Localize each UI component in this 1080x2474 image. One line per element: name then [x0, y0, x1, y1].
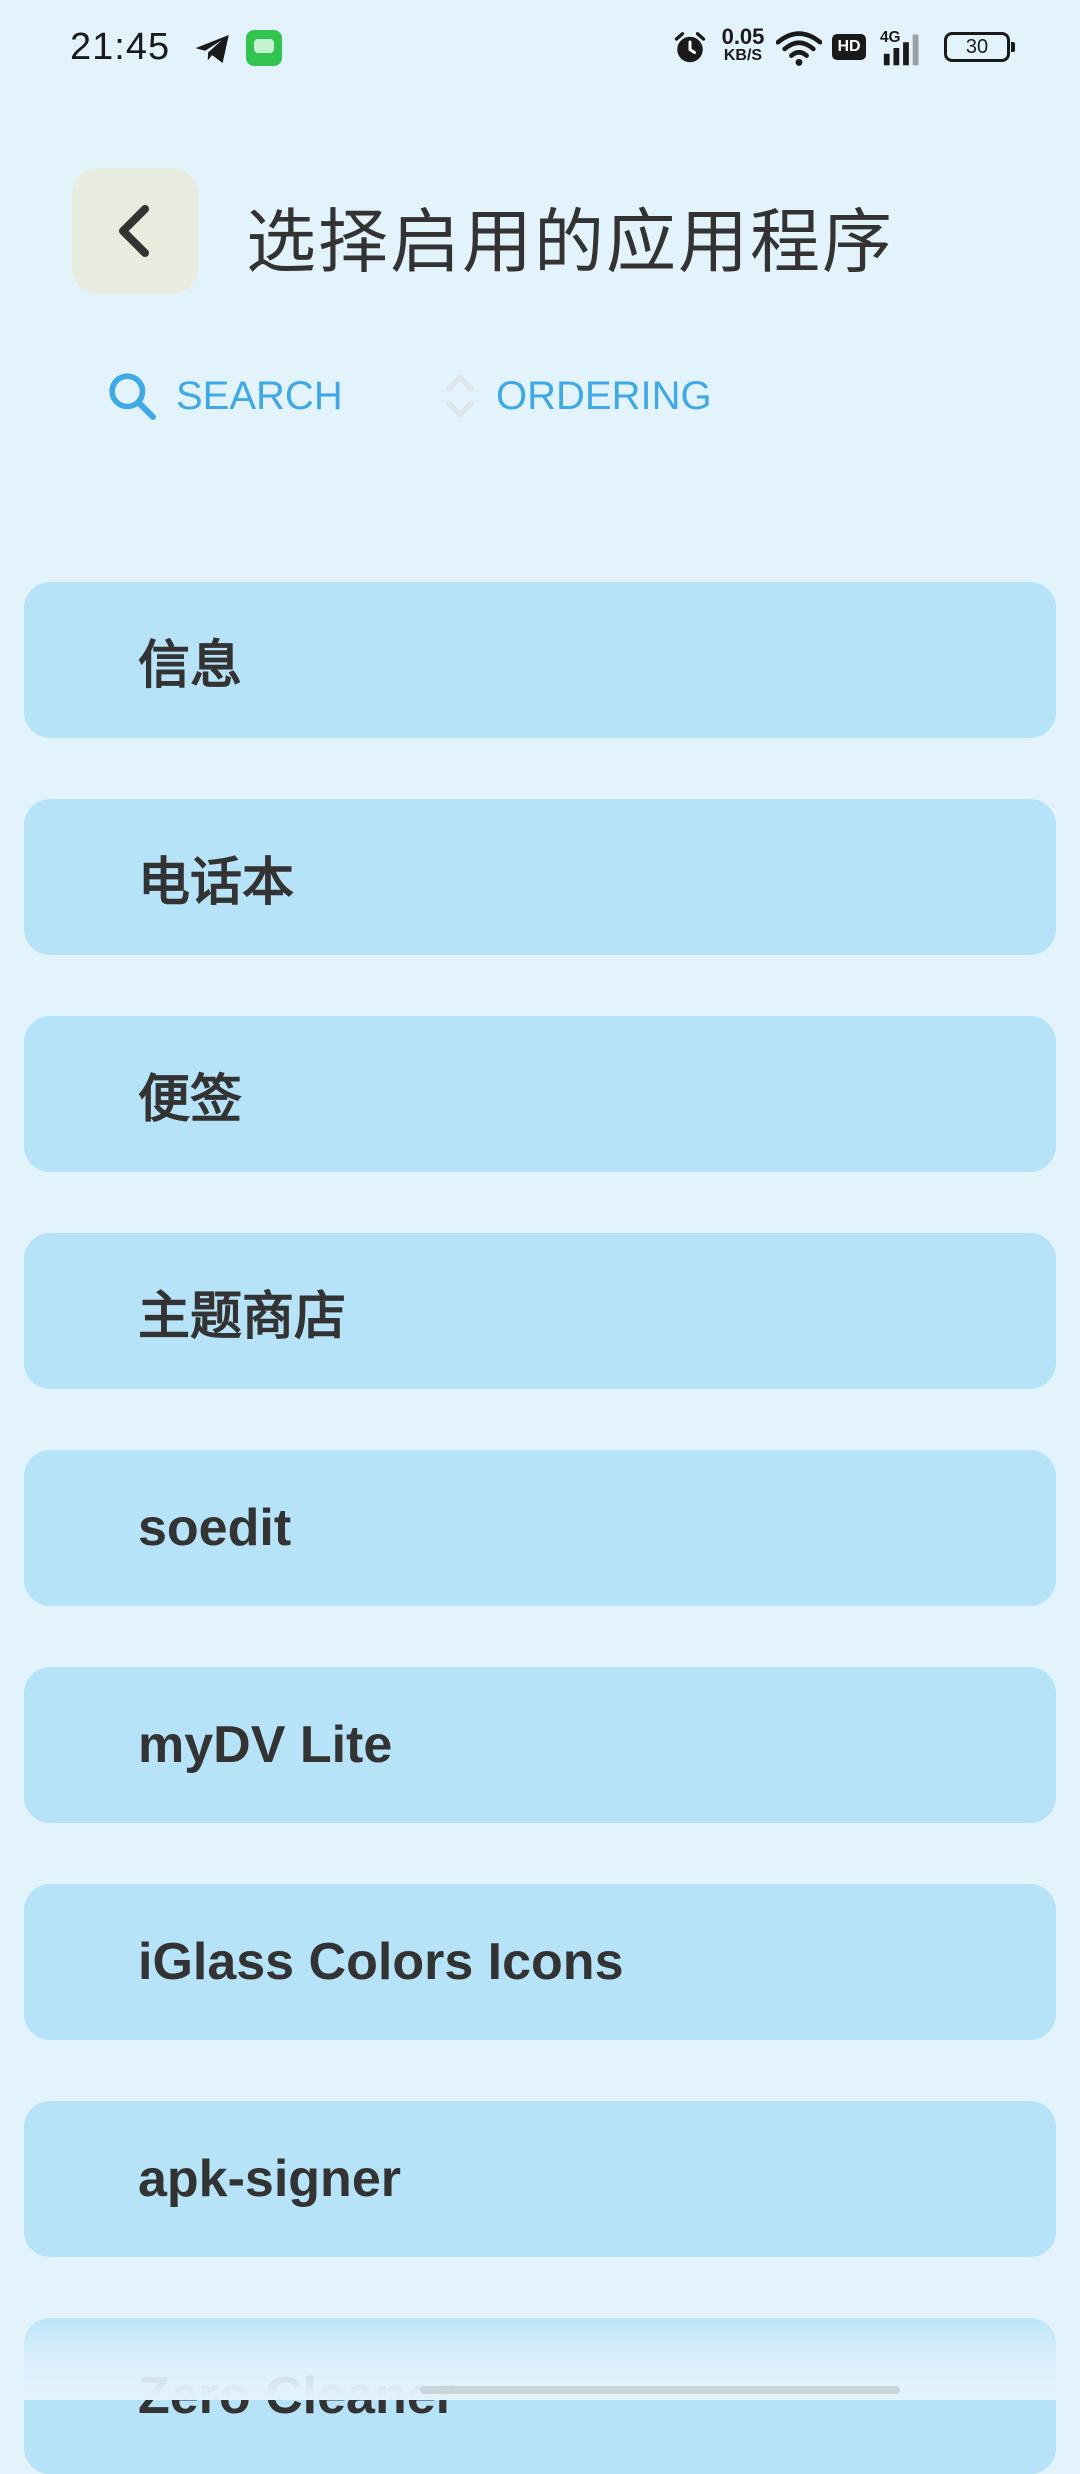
list-item[interactable]: 主题商店 [24, 1233, 1056, 1389]
list-item[interactable]: Zero Cleaner [24, 2318, 1056, 2474]
signal-icon: 4G [880, 29, 919, 66]
list-item[interactable]: apk-signer [24, 2101, 1056, 2257]
list-item-label: myDV Lite [138, 1716, 393, 1774]
toolbar: SEARCH ORDERING [0, 356, 1080, 436]
back-button[interactable] [72, 168, 198, 294]
chevron-left-icon [119, 205, 149, 257]
messages-icon [246, 30, 282, 66]
svg-text:4G: 4G [880, 29, 901, 46]
sort-icon [445, 373, 475, 419]
alarm-icon [674, 32, 706, 63]
status-bar: 21:45 0.05 KB/S HD 4G 30 [0, 0, 1080, 96]
hd-icon: HD [832, 34, 866, 60]
search-button[interactable]: SEARCH [104, 356, 343, 436]
list-item-label: soedit [138, 1499, 292, 1557]
list-item-label: 信息 [138, 636, 243, 695]
list-item-label: 电话本 [138, 853, 295, 912]
list-item-label: Zero Cleaner [138, 2367, 456, 2425]
search-icon [109, 373, 157, 421]
list-item-label: 便签 [138, 1070, 243, 1129]
list-item-label: iGlass Colors Icons [138, 1933, 624, 1991]
list-item[interactable]: 电话本 [24, 799, 1056, 955]
telegram-icon [195, 35, 229, 63]
search-label: SEARCH [176, 373, 343, 418]
list-item-label: 主题商店 [138, 1287, 347, 1346]
list-item[interactable]: iGlass Colors Icons [24, 1884, 1056, 2040]
ordering-label: ORDERING [496, 373, 712, 418]
list-item[interactable]: myDV Lite [24, 1667, 1056, 1823]
status-time: 21:45 [70, 26, 171, 68]
battery-icon: 30 [944, 32, 1015, 62]
network-speed: 0.05 KB/S [721, 24, 765, 64]
list-item-label: apk-signer [138, 2150, 401, 2208]
list-item[interactable]: 便签 [24, 1016, 1056, 1172]
ordering-button[interactable]: ORDERING [440, 356, 712, 436]
wifi-icon [776, 31, 822, 66]
list-item[interactable]: soedit [24, 1450, 1056, 1606]
list-item[interactable]: 信息 [24, 582, 1056, 738]
page-title: 选择启用的应用程序 [246, 203, 894, 281]
gesture-bar[interactable] [420, 2386, 900, 2394]
